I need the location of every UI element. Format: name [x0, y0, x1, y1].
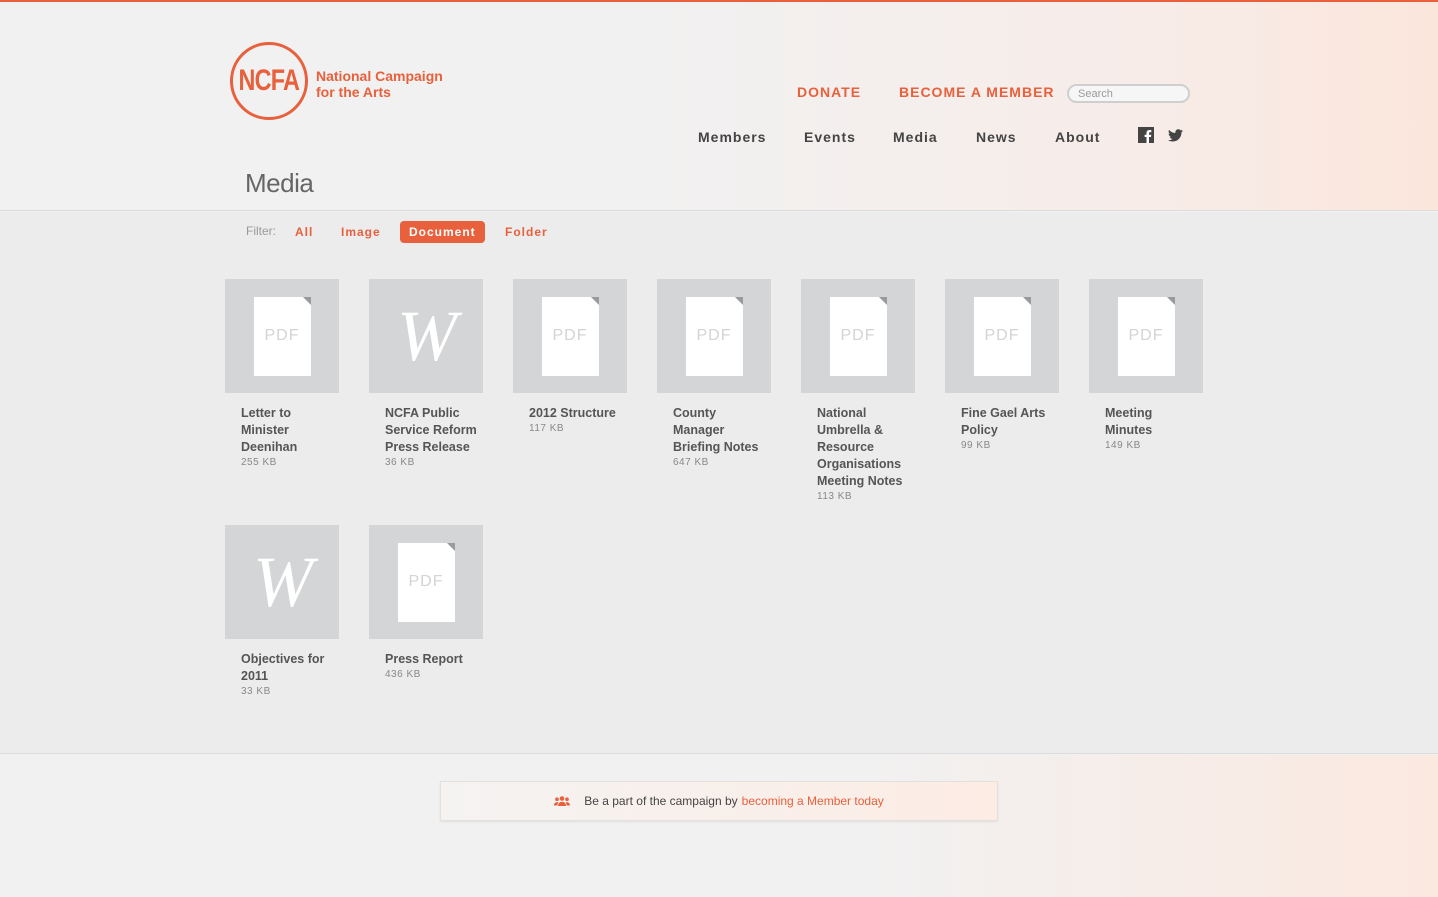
- pdf-file-icon: PDF: [397, 542, 455, 622]
- donate-link[interactable]: DONATE: [797, 84, 861, 100]
- become-member-link[interactable]: BECOME A MEMBER: [899, 84, 1055, 100]
- pdf-icon-label: PDF: [1128, 327, 1164, 344]
- pdf-file-icon: PDF: [973, 296, 1031, 376]
- document-thumbnail[interactable]: PDF: [225, 279, 339, 393]
- document-thumbnail[interactable]: W: [369, 279, 483, 393]
- document-name[interactable]: NCFA Public Service Reform Press Release: [385, 405, 477, 456]
- document-name[interactable]: Press Report: [385, 651, 477, 668]
- document-tile[interactable]: PDF 2012 Structure 117 KB: [513, 279, 627, 434]
- document-size: 436 KB: [385, 669, 421, 680]
- pdf-file-icon: PDF: [685, 296, 743, 376]
- filter-label: Filter:: [246, 224, 276, 238]
- document-name[interactable]: 2012 Structure: [529, 405, 629, 422]
- document-name[interactable]: County Manager Briefing Notes: [673, 405, 765, 456]
- pdf-icon-label: PDF: [696, 327, 732, 344]
- pdf-icon-label: PDF: [552, 327, 588, 344]
- logo-name[interactable]: National Campaign for the Arts: [316, 68, 476, 100]
- document-size: 149 KB: [1105, 440, 1141, 451]
- document-tile[interactable]: PDF Press Report 436 KB: [369, 525, 483, 680]
- document-name[interactable]: Letter to Minister Deenihan: [241, 405, 333, 456]
- nav-members[interactable]: Members: [698, 129, 766, 145]
- callout-text: Be a part of the campaign by: [584, 794, 738, 808]
- filter-folder[interactable]: Folder: [496, 221, 557, 243]
- people-icon: [554, 796, 571, 806]
- document-name[interactable]: Fine Gael Arts Policy: [961, 405, 1053, 439]
- pdf-file-icon: PDF: [253, 296, 311, 376]
- pdf-file-icon: PDF: [1117, 296, 1175, 376]
- page-title: Media: [245, 168, 314, 198]
- footer-background: [0, 755, 1438, 897]
- logo-mark-text: NCFA: [238, 64, 300, 97]
- twitter-icon[interactable]: [1168, 129, 1183, 142]
- become-member-callout-link[interactable]: becoming a Member today: [742, 794, 884, 808]
- document-size: 255 KB: [241, 457, 277, 468]
- pdf-icon-label: PDF: [408, 573, 444, 590]
- document-size: 36 KB: [385, 457, 415, 468]
- pdf-file-icon: PDF: [541, 296, 599, 376]
- document-tile[interactable]: PDF National Umbrella & Resource Organis…: [801, 279, 915, 502]
- document-name[interactable]: Objectives for 2011: [241, 651, 333, 685]
- document-tile[interactable]: W Objectives for 2011 33 KB: [225, 525, 339, 697]
- filter-document[interactable]: Document: [400, 221, 485, 243]
- search-input[interactable]: [1067, 84, 1190, 103]
- nav-events[interactable]: Events: [804, 129, 856, 145]
- nav-about[interactable]: About: [1055, 129, 1100, 145]
- document-tile[interactable]: PDF Fine Gael Arts Policy 99 KB: [945, 279, 1059, 451]
- document-size: 99 KB: [961, 440, 991, 451]
- pdf-icon-label: PDF: [264, 327, 300, 344]
- nav-media[interactable]: Media: [893, 129, 938, 145]
- document-size: 113 KB: [817, 491, 853, 502]
- document-size: 647 KB: [673, 457, 709, 468]
- document-tile[interactable]: PDF County Manager Briefing Notes 647 KB: [657, 279, 771, 468]
- document-name[interactable]: National Umbrella & Resource Organisatio…: [817, 405, 909, 490]
- document-thumbnail[interactable]: PDF: [1089, 279, 1203, 393]
- logo-name-line1: National Campaign: [316, 68, 443, 84]
- word-file-icon: W: [253, 542, 313, 622]
- pdf-file-icon: PDF: [829, 296, 887, 376]
- document-size: 33 KB: [241, 686, 271, 697]
- document-thumbnail[interactable]: PDF: [513, 279, 627, 393]
- filter-all[interactable]: All: [286, 221, 322, 243]
- media-listing: Filter: All Image Document Folder PDF Le…: [0, 212, 1438, 754]
- logo-mark[interactable]: NCFA: [230, 42, 308, 120]
- document-thumbnail[interactable]: PDF: [657, 279, 771, 393]
- nav-news[interactable]: News: [976, 129, 1017, 145]
- document-size: 117 KB: [529, 423, 565, 434]
- word-file-icon: W: [397, 296, 457, 376]
- document-thumbnail[interactable]: PDF: [369, 525, 483, 639]
- document-thumbnail[interactable]: PDF: [945, 279, 1059, 393]
- document-name[interactable]: Meeting Minutes: [1105, 405, 1175, 439]
- pdf-icon-label: PDF: [984, 327, 1020, 344]
- membership-callout: Be a part of the campaign by becoming a …: [440, 781, 998, 821]
- pdf-icon-label: PDF: [840, 327, 876, 344]
- filter-image[interactable]: Image: [332, 221, 390, 243]
- document-tile[interactable]: PDF Letter to Minister Deenihan 255 KB: [225, 279, 339, 468]
- document-tile[interactable]: PDF Meeting Minutes 149 KB: [1089, 279, 1203, 451]
- site-header: NCFA National Campaign for the Arts DONA…: [0, 2, 1438, 211]
- logo-name-line2: for the Arts: [316, 84, 391, 100]
- facebook-icon[interactable]: [1138, 127, 1154, 143]
- document-thumbnail[interactable]: W: [225, 525, 339, 639]
- document-thumbnail[interactable]: PDF: [801, 279, 915, 393]
- document-tile[interactable]: W NCFA Public Service Reform Press Relea…: [369, 279, 483, 468]
